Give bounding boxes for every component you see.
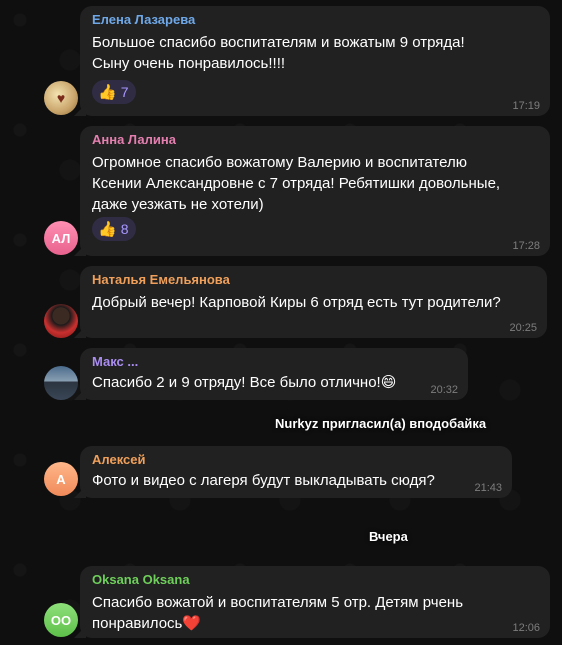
avatar[interactable]: ♥: [44, 81, 78, 115]
message-text: Спасибо вожатой и воспитателям 5 отр. Де…: [92, 594, 464, 632]
reaction-count: 7: [120, 84, 129, 100]
service-message: Nurkyz пригласил(а) вподобайка: [275, 416, 487, 431]
date-separator: Вчера: [369, 529, 408, 544]
message-text: Огромное спасибо вожатому Валерию и восп…: [92, 154, 501, 213]
avatar-initials: А: [56, 471, 66, 487]
message-time: 17:19: [512, 100, 540, 112]
message-text: Фото и видео с лагеря будут выкладывать …: [92, 472, 435, 489]
message-time: 12:06: [512, 622, 540, 634]
message-bubble[interactable]: Макс ... Спасибо 2 и 9 отряду! Все было …: [80, 348, 468, 400]
reaction-count: 8: [120, 221, 129, 237]
thumbs-up-icon: 👍: [98, 221, 117, 238]
message-time: 17:28: [512, 240, 540, 252]
avatar[interactable]: АЛ: [44, 221, 78, 255]
avatar-initials: АЛ: [51, 230, 71, 246]
avatar[interactable]: [44, 366, 78, 400]
message-author[interactable]: Алексей: [92, 452, 502, 468]
thumbs-up-icon: 👍: [98, 84, 117, 101]
message-text: Большое спасибо воспитателям и вожатым 9…: [92, 34, 465, 72]
avatar[interactable]: [44, 304, 78, 338]
reaction-chip[interactable]: 👍 7: [92, 80, 137, 104]
message-author[interactable]: Елена Лазарева: [92, 12, 540, 28]
message-author[interactable]: Анна Лалина: [92, 132, 540, 148]
message-bubble[interactable]: Oksana Oksana Спасибо вожатой и воспитат…: [80, 566, 550, 638]
message-author[interactable]: Наталья Емельянова: [92, 272, 537, 288]
message-bubble[interactable]: Наталья Емельянова Добрый вечер! Карпово…: [80, 266, 547, 338]
message-text: Добрый вечер! Карповой Киры 6 отряд есть…: [92, 294, 501, 311]
message-author[interactable]: Oksana Oksana: [92, 572, 540, 588]
message-time: 20:32: [430, 384, 458, 396]
message-time: 21:43: [474, 482, 502, 494]
avatar[interactable]: А: [44, 462, 78, 496]
message-text: Спасибо 2 и 9 отряду! Все было отлично!😄: [92, 374, 397, 391]
avatar-photo-icon: ♥: [56, 90, 66, 106]
message-author[interactable]: Макс ...: [92, 354, 458, 370]
reaction-chip[interactable]: 👍 8: [92, 217, 137, 241]
avatar-initials: OO: [50, 612, 72, 628]
message-bubble[interactable]: Анна Лалина Огромное спасибо вожатому Ва…: [80, 126, 550, 256]
message-bubble[interactable]: Алексей Фото и видео с лагеря будут выкл…: [80, 446, 512, 498]
avatar[interactable]: OO: [44, 603, 78, 637]
message-time: 20:25: [509, 322, 537, 334]
message-bubble[interactable]: Елена Лазарева Большое спасибо воспитате…: [80, 6, 550, 116]
